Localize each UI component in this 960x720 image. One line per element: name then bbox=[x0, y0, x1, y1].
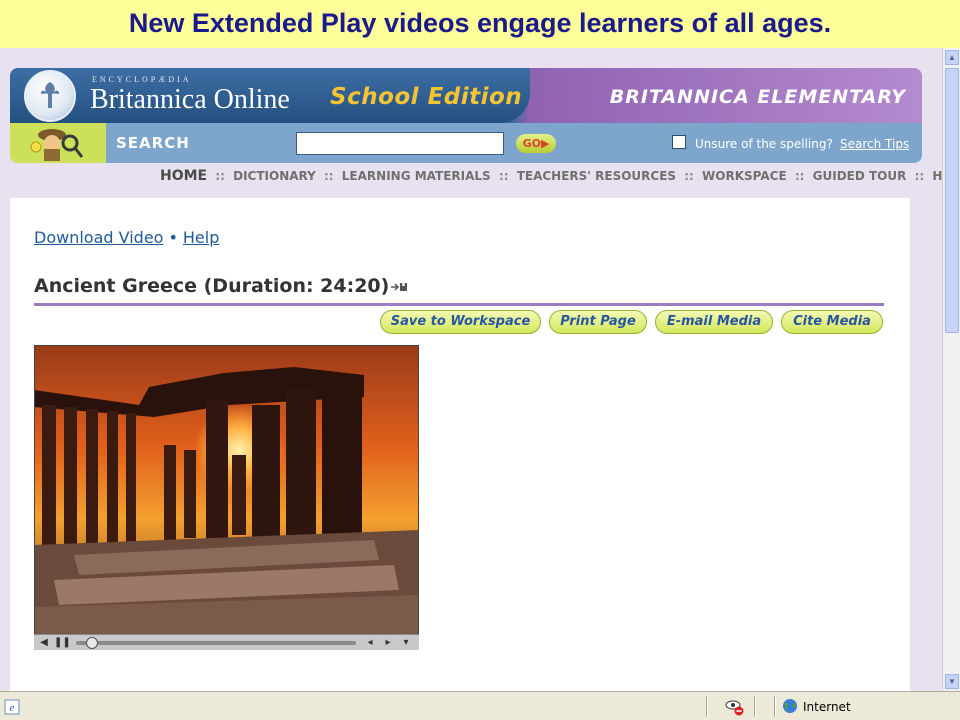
nav-item-dictionary[interactable]: DICTIONARY bbox=[233, 169, 316, 183]
search-input[interactable] bbox=[296, 132, 504, 155]
brand-encyclopaedia: ENCYCLOPÆDIA bbox=[92, 75, 192, 84]
rewind-icon[interactable]: ◂ bbox=[364, 637, 376, 649]
video-title: Ancient Greece (Duration: 24:20) bbox=[34, 275, 390, 297]
browser-viewport: ENCYCLOPÆDIA Britannica Online School Ed… bbox=[0, 48, 942, 691]
forward-icon[interactable]: ▸ bbox=[382, 637, 394, 649]
brand-school-edition: School Edition bbox=[330, 84, 523, 110]
scroll-down-icon[interactable]: ▼ bbox=[945, 674, 959, 689]
workspace-save-icon[interactable] bbox=[390, 280, 408, 294]
nav-item-help[interactable]: HELP bbox=[932, 169, 942, 183]
video-controls: ◀ ❚❚ ◂ ▸ ▾ bbox=[34, 634, 419, 650]
media-links: Download Video • Help bbox=[34, 228, 219, 247]
scroll-up-icon[interactable]: ▲ bbox=[945, 50, 959, 65]
cite-media-button[interactable]: Cite Media bbox=[781, 310, 883, 334]
brand-britannica-elementary[interactable]: BRITANNICA ELEMENTARY bbox=[610, 86, 906, 108]
header-banner: ENCYCLOPÆDIA Britannica Online School Ed… bbox=[10, 68, 922, 123]
spelling-label: Unsure of the spelling? bbox=[695, 137, 833, 151]
nav-item-teachers-resources[interactable]: TEACHERS' RESOURCES bbox=[517, 169, 676, 183]
detective-mascot-icon bbox=[30, 129, 84, 161]
print-page-button[interactable]: Print Page bbox=[549, 310, 647, 334]
britannica-logo[interactable] bbox=[24, 70, 76, 122]
volume-icon[interactable]: ◀ bbox=[38, 637, 50, 649]
nav-separator: :: bbox=[684, 169, 694, 183]
browser-status-bar: e Internet bbox=[0, 691, 960, 720]
nav-item-guided-tour[interactable]: GUIDED TOUR bbox=[813, 169, 907, 183]
nav-separator: :: bbox=[323, 169, 334, 183]
video-player[interactable] bbox=[34, 345, 419, 635]
seek-track[interactable] bbox=[76, 641, 356, 645]
svg-text:e: e bbox=[10, 702, 15, 714]
go-button[interactable]: GO▶ bbox=[516, 134, 556, 153]
thistle-icon bbox=[41, 82, 59, 108]
nav-separator: :: bbox=[498, 169, 509, 183]
email-media-button[interactable]: E-mail Media bbox=[655, 310, 773, 334]
scroll-thumb[interactable] bbox=[945, 68, 959, 333]
download-video-link[interactable]: Download Video bbox=[34, 228, 163, 247]
nav-item-learning-materials[interactable]: LEARNING MATERIALS bbox=[342, 169, 491, 183]
security-zone-label: Internet bbox=[803, 700, 851, 714]
nav-separator: :: bbox=[914, 169, 925, 183]
search-bar: SEARCH GO▶ Unsure of the spelling? Searc… bbox=[10, 123, 922, 163]
search-tips-link[interactable]: Search Tips bbox=[840, 137, 909, 151]
spelling-checkbox[interactable] bbox=[672, 135, 686, 149]
help-link[interactable]: Help bbox=[183, 228, 219, 247]
pause-icon[interactable]: ❚❚ bbox=[54, 637, 71, 649]
privacy-eye-icon[interactable] bbox=[724, 698, 746, 716]
seek-handle[interactable] bbox=[86, 637, 98, 649]
nav-separator: :: bbox=[794, 169, 805, 183]
internet-globe-icon bbox=[783, 699, 797, 713]
status-divider bbox=[706, 696, 708, 717]
save-to-workspace-button[interactable]: Save to Workspace bbox=[380, 310, 541, 334]
ie-page-icon: e bbox=[4, 699, 20, 715]
brand-britannica-online: Britannica Online bbox=[90, 84, 290, 115]
status-divider bbox=[774, 696, 776, 717]
nav-item-workspace[interactable]: WORKSPACE bbox=[702, 169, 787, 183]
nav-separator: :: bbox=[215, 169, 225, 183]
link-separator: • bbox=[168, 228, 178, 247]
menu-dropdown-icon[interactable]: ▾ bbox=[400, 637, 412, 649]
search-label: SEARCH bbox=[116, 134, 190, 152]
status-divider bbox=[754, 696, 756, 717]
content-panel: Download Video • Help Ancient Greece (Dura… bbox=[10, 198, 910, 691]
main-nav: HOME :: DICTIONARY :: LEARNING MATERIALS… bbox=[160, 168, 942, 184]
nav-item-home[interactable]: HOME bbox=[160, 168, 207, 184]
title-divider bbox=[34, 303, 884, 306]
slide-caption: New Extended Play videos engage learners… bbox=[128, 8, 832, 38]
vertical-scrollbar[interactable]: ▲ ▼ bbox=[942, 48, 960, 691]
